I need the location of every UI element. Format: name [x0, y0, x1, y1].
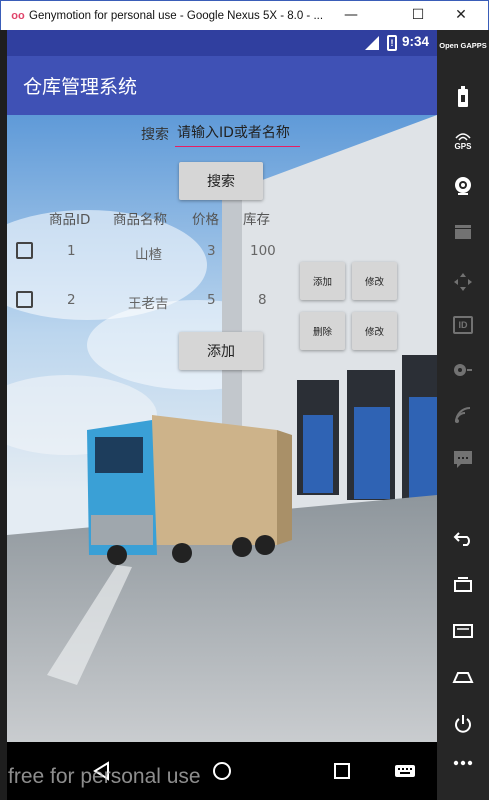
- search-label: 搜索: [141, 127, 169, 143]
- row-price: 3: [207, 243, 216, 259]
- emulator-side-panel: Open GAPPS GPS ID: [437, 30, 489, 800]
- home-icon[interactable]: [207, 756, 237, 786]
- battery-control-icon[interactable]: [437, 86, 489, 108]
- window-title: Genymotion for personal use - Google Nex…: [29, 9, 324, 22]
- row-id: 1: [67, 243, 76, 259]
- minimize-button[interactable]: —: [331, 1, 371, 29]
- row-edit-button[interactable]: 修改: [352, 262, 397, 300]
- gps-label: GPS: [454, 142, 472, 151]
- row-name: 王老吉: [128, 296, 169, 312]
- dpad-icon[interactable]: [437, 272, 489, 292]
- close-button[interactable]: ✕: [441, 1, 481, 29]
- row-checkbox[interactable]: [16, 291, 33, 308]
- header-product-name: 商品名称: [113, 212, 167, 228]
- maximize-button[interactable]: ☐: [398, 1, 438, 29]
- row-name: 山楂: [135, 247, 162, 263]
- rotate-icon[interactable]: [437, 362, 489, 378]
- cast-icon[interactable]: [437, 406, 489, 424]
- main-content: 搜索 搜索 商品ID 商品名称 价格 库存 1 山楂 3 100 添加 修改 2…: [7, 115, 437, 742]
- menu-icon[interactable]: [437, 624, 489, 638]
- message-icon[interactable]: [437, 450, 489, 468]
- device-id-icon[interactable]: ID: [437, 316, 489, 334]
- header-product-id: 商品ID: [49, 212, 91, 228]
- row-id: 2: [67, 292, 76, 308]
- row-edit-button[interactable]: 修改: [352, 312, 397, 350]
- status-time: 9:34: [402, 34, 430, 49]
- row-add-button[interactable]: 添加: [300, 262, 345, 300]
- add-button[interactable]: 添加: [179, 332, 263, 370]
- row-price: 5: [207, 292, 216, 308]
- clapperboard-icon[interactable]: [437, 224, 489, 240]
- recents-icon[interactable]: [327, 756, 357, 786]
- watermark-text: free for personal use: [8, 765, 201, 788]
- search-input[interactable]: [175, 119, 300, 147]
- row-stock: 8: [258, 292, 267, 308]
- header-stock: 库存: [243, 212, 270, 228]
- signal-icon: [365, 36, 379, 50]
- row-delete-button[interactable]: 删除: [300, 312, 345, 350]
- app-bar: 仓库管理系统: [7, 56, 437, 115]
- back-control-icon[interactable]: [437, 530, 489, 546]
- power-icon[interactable]: [437, 714, 489, 734]
- emulator-screen: ! 9:34 仓库管理系统 搜索 请输入ID或者名称 搜索 商品ID 商品名称 …: [7, 30, 437, 800]
- app-title: 仓库管理系统: [23, 76, 138, 98]
- recent-apps-icon[interactable]: [437, 576, 489, 592]
- battery-icon: !: [387, 35, 397, 51]
- status-bar: ! 9:34: [7, 30, 437, 56]
- opengapps-icon[interactable]: Open GAPPS: [437, 42, 489, 50]
- row-stock: 100: [250, 243, 276, 259]
- more-options-icon[interactable]: [437, 760, 489, 766]
- genymotion-logo-icon: oo: [11, 9, 25, 22]
- search-button[interactable]: 搜索: [179, 162, 263, 200]
- window-titlebar: oo Genymotion for personal use - Google …: [0, 0, 489, 30]
- keyboard-icon[interactable]: [390, 756, 420, 786]
- gps-icon[interactable]: GPS: [437, 132, 489, 151]
- row-checkbox[interactable]: [16, 242, 33, 259]
- webcam-icon[interactable]: [437, 176, 489, 196]
- device-id-label: ID: [453, 316, 473, 334]
- header-price: 价格: [192, 212, 219, 228]
- home-control-icon[interactable]: [437, 670, 489, 684]
